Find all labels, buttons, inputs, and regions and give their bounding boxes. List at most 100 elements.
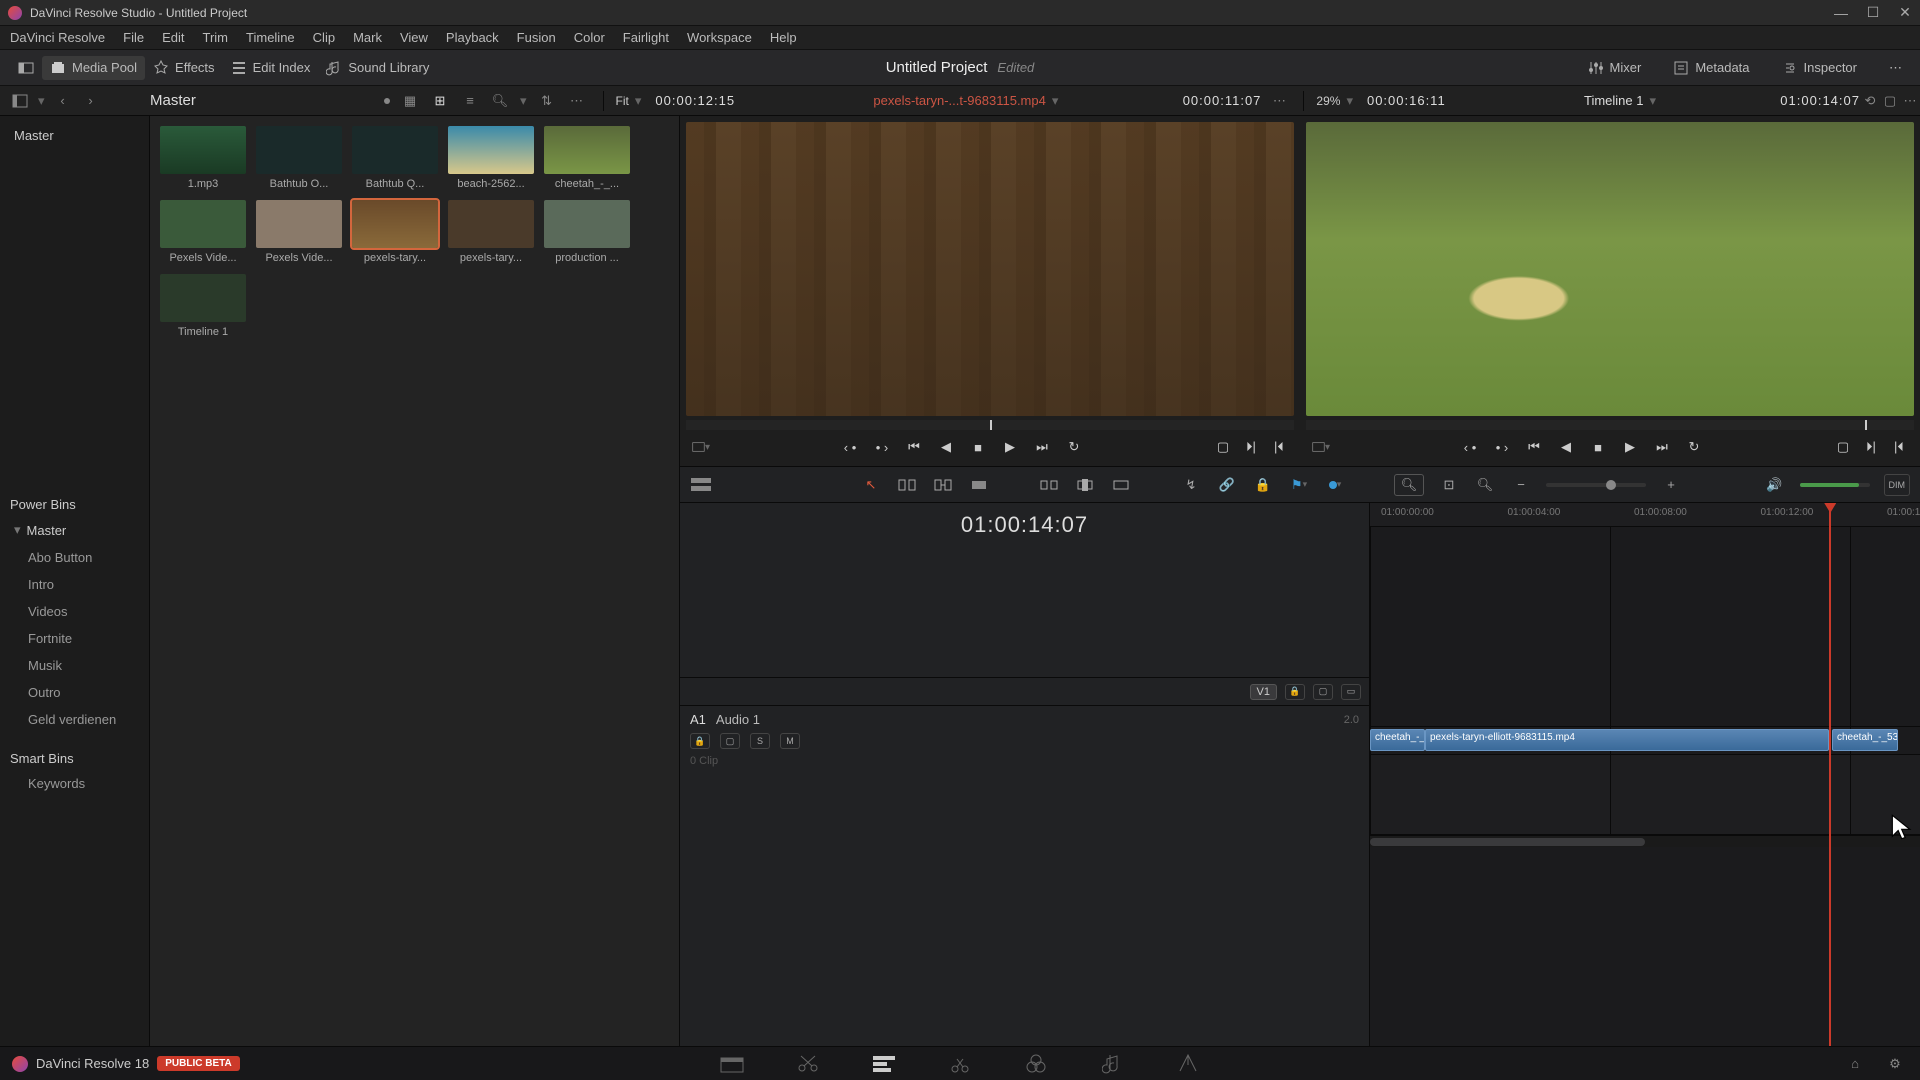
sound-library-button[interactable]: Sound Library [318, 56, 437, 80]
a1-auto-icon[interactable]: ▢ [720, 733, 740, 749]
tl-overwrite-icon[interactable] [1074, 474, 1096, 496]
program-scrub[interactable] [1306, 420, 1914, 430]
sidebar-outro[interactable]: Outro [0, 679, 149, 706]
single-viewer-icon[interactable]: ▢ [1880, 91, 1900, 111]
tl-flag-icon[interactable]: ⚑▾ [1288, 474, 1310, 496]
media-page-icon[interactable] [719, 1051, 745, 1077]
pool-item[interactable]: pexels-tary... [448, 200, 534, 264]
a1-lock-icon[interactable]: 🔒 [690, 733, 710, 749]
inspector-button[interactable]: Inspector [1774, 56, 1865, 80]
menu-edit[interactable]: Edit [162, 30, 184, 45]
v1-track[interactable]: cheetah_-_5348...pexels-taryn-elliott-96… [1370, 727, 1920, 755]
timeline-clip[interactable]: cheetah_-_5348... [1370, 729, 1425, 751]
tl-zoom-slider[interactable] [1546, 483, 1646, 487]
prg-play-icon[interactable]: ▶ [1621, 438, 1639, 456]
tl-zoom-in-icon[interactable]: + [1660, 474, 1682, 496]
a1-badge[interactable]: A1 [690, 712, 706, 727]
tl-zoom-full-icon[interactable]: ⊡ [1438, 474, 1460, 496]
search-icon[interactable]: 🔍︎ [490, 91, 510, 111]
zoom-pct[interactable]: 29% [1316, 94, 1340, 108]
sidebar-toggle-icon[interactable] [10, 91, 30, 111]
source-canvas[interactable] [686, 122, 1294, 416]
pool-item[interactable]: beach-2562... [448, 126, 534, 190]
prg-rev-icon[interactable]: ◀ [1557, 438, 1575, 456]
tl-marker-icon[interactable]: ▾ [1324, 474, 1346, 496]
edit-page-icon[interactable] [871, 1051, 897, 1077]
view-grid-icon[interactable]: ⊞ [430, 91, 450, 111]
program-more-icon[interactable]: ⋯ [1900, 91, 1920, 111]
prg-match-icon[interactable]: ▾ [1312, 438, 1330, 456]
a1-mute-icon[interactable]: M [780, 733, 800, 749]
timeline-name[interactable]: Timeline 1 [1584, 93, 1643, 108]
src-stop-icon[interactable]: ■ [969, 438, 987, 456]
menu-fairlight[interactable]: Fairlight [623, 30, 669, 45]
sidebar-fortnite[interactable]: Fortnite [0, 625, 149, 652]
prg-frame-icon[interactable]: ▢ [1834, 438, 1852, 456]
prg-last-icon[interactable]: ⏭ [1653, 438, 1671, 456]
tl-insert-icon[interactable] [1038, 474, 1060, 496]
a1-track[interactable] [1370, 755, 1920, 835]
nav-back-icon[interactable]: ‹ [53, 91, 73, 111]
src-next-mark-icon[interactable]: • › [873, 438, 891, 456]
timeline-scrollbar[interactable] [1370, 835, 1920, 847]
src-last-icon[interactable]: ⏭ [1033, 438, 1051, 456]
v1-lock-icon[interactable]: 🔒 [1285, 684, 1305, 700]
menu-view[interactable]: View [400, 30, 428, 45]
media-pool-button[interactable]: Media Pool [42, 56, 145, 80]
nav-fwd-icon[interactable]: › [81, 91, 101, 111]
metadata-button[interactable]: Metadata [1665, 56, 1757, 80]
tl-razor-icon[interactable]: ↯ [1180, 474, 1202, 496]
prg-in-icon[interactable]: ⏵| [1862, 438, 1880, 456]
v1-badge[interactable]: V1 [1250, 684, 1277, 700]
a1-solo-icon[interactable]: S [750, 733, 770, 749]
tl-stack-icon[interactable] [690, 474, 712, 496]
timeline-clip[interactable]: pexels-taryn-elliott-9683115.mp4 [1425, 729, 1829, 751]
menu-timeline[interactable]: Timeline [246, 30, 295, 45]
tl-replace-icon[interactable] [1110, 474, 1132, 496]
source-scrub[interactable] [686, 420, 1294, 430]
source-more-icon[interactable]: ⋯ [1269, 91, 1289, 111]
pool-item[interactable]: production ... [544, 200, 630, 264]
prg-loop-icon[interactable]: ↻ [1685, 438, 1703, 456]
menu-fusion[interactable]: Fusion [517, 30, 556, 45]
fusion-page-icon[interactable] [947, 1051, 973, 1077]
pool-item[interactable]: Pexels Vide... [256, 200, 342, 264]
pool-item[interactable]: 1.mp3 [160, 126, 246, 190]
src-first-icon[interactable]: ⏮ [905, 438, 923, 456]
sidebar-pb-master[interactable]: ▾Master [0, 516, 149, 544]
tl-speaker-icon[interactable]: 🔊 [1764, 474, 1786, 496]
layout-button[interactable] [10, 56, 42, 80]
pool-item[interactable]: pexels-tary... [352, 200, 438, 264]
src-in-icon[interactable]: ⏵| [1242, 438, 1260, 456]
prg-next-mark-icon[interactable]: • › [1493, 438, 1511, 456]
src-play-icon[interactable]: ▶ [1001, 438, 1019, 456]
pool-item[interactable]: Pexels Vide... [160, 200, 246, 264]
view-thumb-icon[interactable]: ▦ [400, 91, 420, 111]
src-out-icon[interactable]: |⏴ [1270, 438, 1288, 456]
sidebar-geld[interactable]: Geld verdienen [0, 706, 149, 733]
tl-zoom-out-icon[interactable]: − [1510, 474, 1532, 496]
menu-help[interactable]: Help [770, 30, 797, 45]
program-canvas[interactable] [1306, 122, 1914, 416]
maximize-button[interactable]: ☐ [1866, 6, 1880, 20]
src-frame-icon[interactable]: ▢ [1214, 438, 1232, 456]
prg-first-icon[interactable]: ⏮ [1525, 438, 1543, 456]
menu-file[interactable]: File [123, 30, 144, 45]
playhead[interactable] [1829, 503, 1831, 1046]
pool-item[interactable]: Bathtub Q... [352, 126, 438, 190]
sidebar-videos[interactable]: Videos [0, 598, 149, 625]
menu-color[interactable]: Color [574, 30, 605, 45]
v1-header[interactable]: V1 🔒 ▢ ▭ [680, 677, 1369, 705]
timeline-ruler[interactable]: 01:00:00:0001:00:04:0001:00:08:0001:00:1… [1370, 503, 1920, 527]
menu-playback[interactable]: Playback [446, 30, 499, 45]
menu-trim[interactable]: Trim [203, 30, 229, 45]
menu-davinci[interactable]: DaVinci Resolve [10, 30, 105, 45]
fairlight-page-icon[interactable] [1099, 1051, 1125, 1077]
bypass-icon[interactable]: ⟲ [1860, 91, 1880, 111]
tl-blade-icon[interactable] [968, 474, 990, 496]
v1-auto-icon[interactable]: ▢ [1313, 684, 1333, 700]
fit-dropdown[interactable]: Fit [616, 94, 629, 108]
mixer-button[interactable]: Mixer [1580, 56, 1650, 80]
prg-prev-mark-icon[interactable]: ‹ • [1461, 438, 1479, 456]
tl-dynamic-icon[interactable] [932, 474, 954, 496]
